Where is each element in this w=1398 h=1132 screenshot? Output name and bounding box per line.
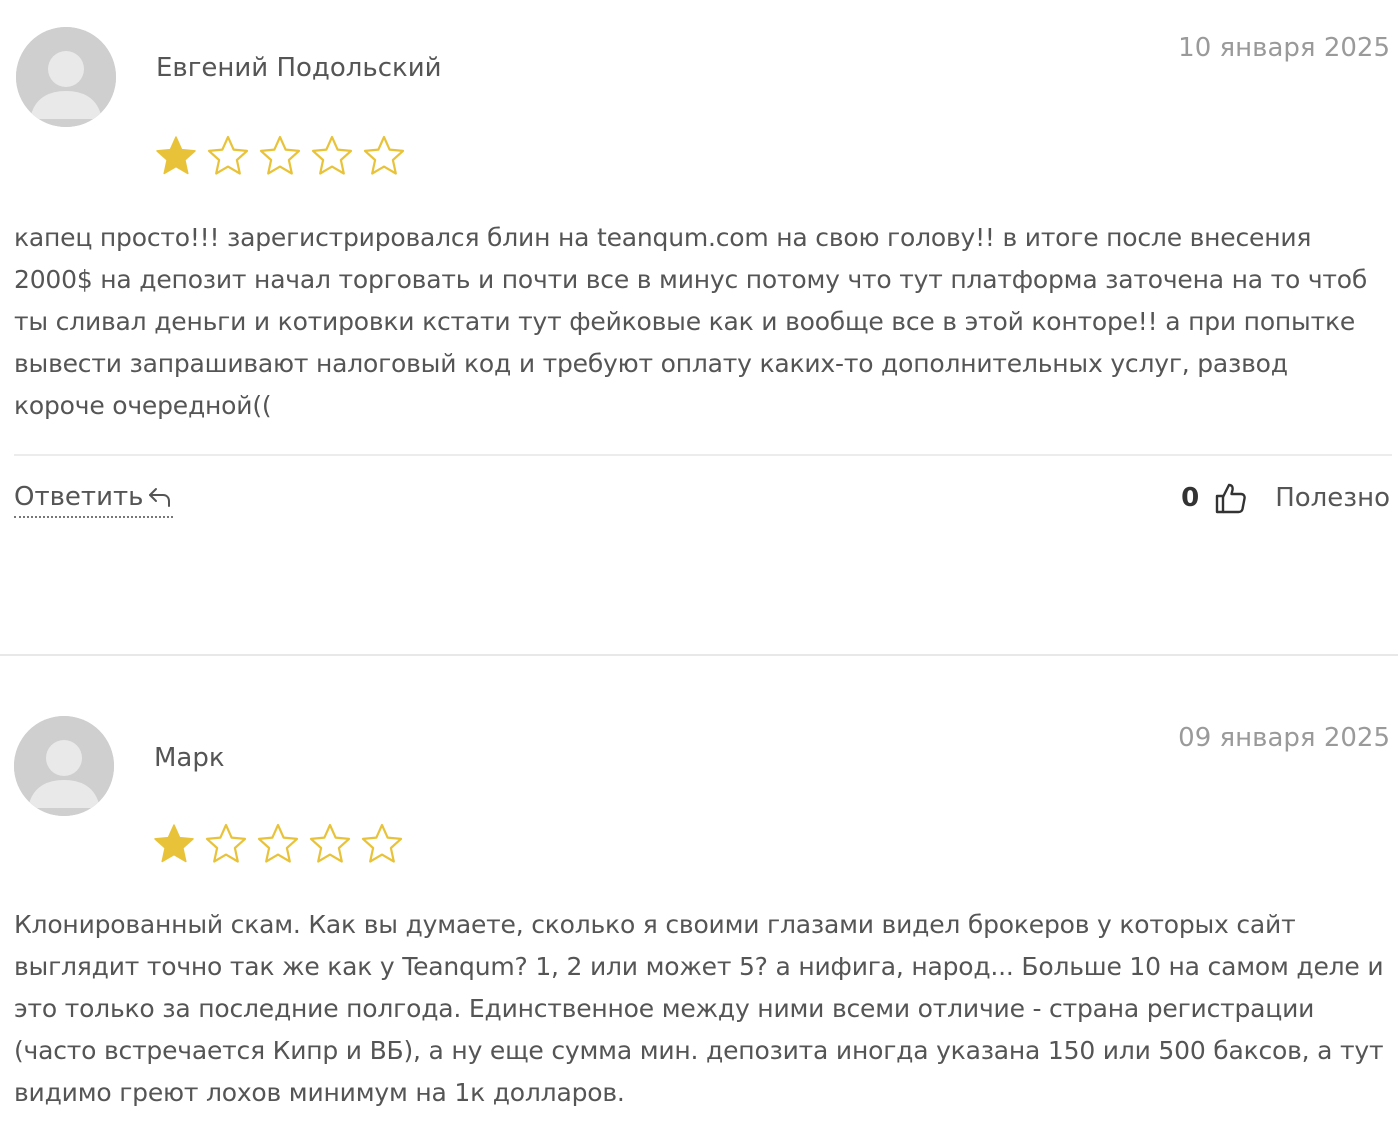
reply-label: Ответить — [14, 482, 144, 512]
user-silhouette-icon — [14, 716, 114, 816]
star-empty-icon — [309, 823, 351, 863]
review-text: капец просто!!! зарегистрировался блин н… — [14, 223, 1368, 420]
avatar — [16, 27, 116, 127]
avatar — [14, 716, 114, 816]
star-empty-icon — [361, 823, 403, 863]
divider — [14, 454, 1392, 456]
review-text: Клонированный скам. Как вы думаете, скол… — [14, 910, 1384, 1107]
star-empty-icon — [205, 823, 247, 863]
star-empty-icon — [207, 135, 249, 175]
thumbs-up-icon[interactable] — [1213, 480, 1249, 516]
helpful-label[interactable]: Полезно — [1275, 483, 1390, 513]
star-filled-icon — [156, 136, 196, 175]
review-separator — [0, 654, 1398, 656]
star-empty-icon — [259, 135, 301, 175]
review-date: 09 января 2025 — [1178, 723, 1390, 753]
star-rating — [152, 822, 404, 866]
review-date: 10 января 2025 — [1178, 33, 1390, 63]
user-silhouette-icon — [16, 27, 116, 127]
helpful-control: 0 Полезно — [1181, 480, 1390, 516]
star-empty-icon — [257, 823, 299, 863]
star-empty-icon — [363, 135, 405, 175]
reply-button[interactable]: Ответить — [14, 482, 174, 518]
reply-arrow-icon — [149, 488, 171, 507]
review-author: Марк — [154, 743, 225, 773]
star-rating — [154, 134, 406, 178]
review-author: Евгений Подольский — [156, 53, 442, 83]
helpful-count: 0 — [1181, 483, 1200, 513]
star-empty-icon — [311, 135, 353, 175]
star-filled-icon — [154, 824, 194, 863]
